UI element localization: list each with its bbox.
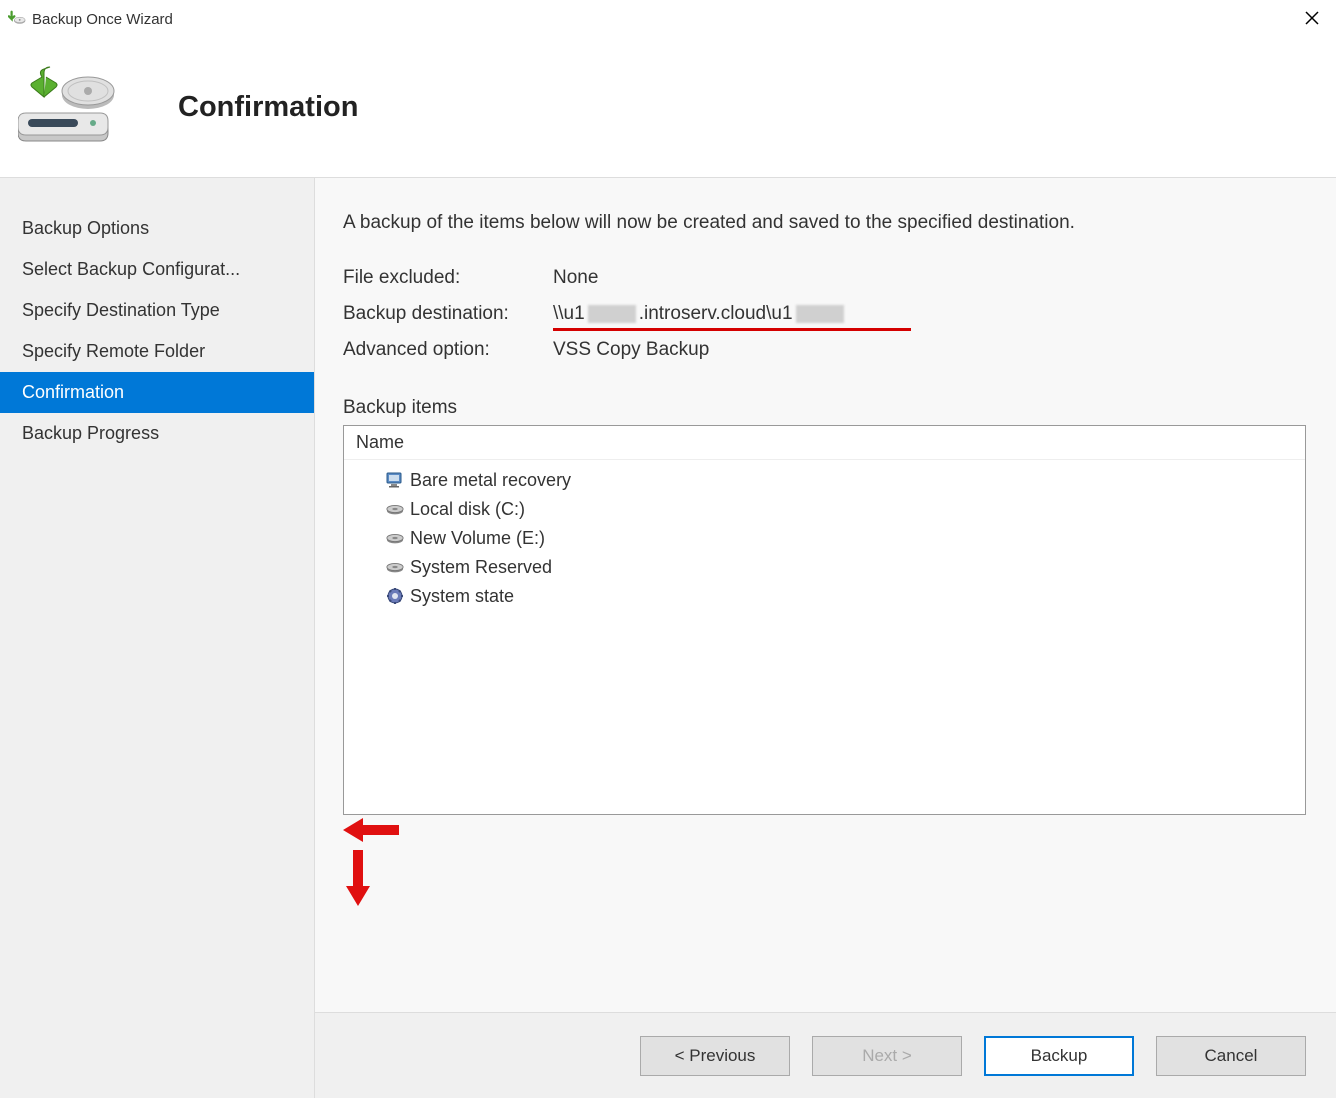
annotation-arrow-icon [343, 850, 1306, 911]
backup-destination-label: Backup destination: [343, 303, 553, 325]
file-excluded-value: None [553, 267, 1306, 289]
button-bar: < Previous Next > Backup Cancel [315, 1012, 1336, 1098]
gear-icon [386, 587, 404, 605]
titlebar: Backup Once Wizard [0, 0, 1336, 38]
backup-items-label: Backup items [343, 397, 1306, 419]
item-list: Bare metal recovery Local disk (C:) New … [344, 460, 1305, 617]
previous-button[interactable]: < Previous [640, 1036, 790, 1076]
list-item[interactable]: Bare metal recovery [344, 466, 1305, 495]
destination-middle: .introserv.cloud\u1 [639, 303, 793, 325]
list-item-label: System state [410, 586, 514, 607]
sidebar-item-remote-folder[interactable]: Specify Remote Folder [0, 331, 314, 372]
content-area: Backup Options Select Backup Configurat.… [0, 178, 1336, 1098]
list-item[interactable]: Local disk (C:) [344, 495, 1305, 524]
disk-icon [386, 500, 404, 518]
page-title: Confirmation [178, 91, 358, 124]
disk-icon [386, 529, 404, 547]
cancel-button[interactable]: Cancel [1156, 1036, 1306, 1076]
row-file-excluded: File excluded: None [343, 267, 1306, 289]
sidebar-item-destination-type[interactable]: Specify Destination Type [0, 290, 314, 331]
list-item[interactable]: New Volume (E:) [344, 524, 1305, 553]
next-button: Next > [812, 1036, 962, 1076]
titlebar-left: Backup Once Wizard [8, 10, 173, 28]
sidebar-item-backup-progress[interactable]: Backup Progress [0, 413, 314, 454]
advanced-option-label: Advanced option: [343, 339, 553, 361]
backup-items-list: Name ▴ Bare metal recovery Local disk (C… [343, 425, 1306, 815]
row-advanced-option: Advanced option: VSS Copy Backup [343, 339, 1306, 361]
file-excluded-label: File excluded: [343, 267, 553, 289]
column-header-name[interactable]: Name ▴ [344, 426, 1305, 460]
annotation-underline [553, 328, 911, 331]
wizard-header: Confirmation [0, 38, 1336, 178]
list-item-label: Bare metal recovery [410, 470, 571, 491]
column-header-label: Name [356, 432, 404, 452]
description-text: A backup of the items below will now be … [343, 210, 1306, 237]
sidebar-item-select-configuration[interactable]: Select Backup Configurat... [0, 249, 314, 290]
app-icon [8, 10, 26, 28]
main-panel: A backup of the items below will now be … [315, 178, 1336, 1098]
list-item-label: New Volume (E:) [410, 528, 545, 549]
monitor-icon [386, 471, 404, 489]
list-item-label: Local disk (C:) [410, 499, 525, 520]
close-icon[interactable] [1296, 8, 1328, 31]
annotation-arrow-icon [343, 815, 1306, 850]
redacted-segment [588, 305, 636, 323]
advanced-option-value: VSS Copy Backup [553, 339, 1306, 361]
list-item[interactable]: System state [344, 582, 1305, 611]
sidebar-item-backup-options[interactable]: Backup Options [0, 208, 314, 249]
destination-prefix: \\u1 [553, 303, 585, 325]
backup-button[interactable]: Backup [984, 1036, 1134, 1076]
wizard-sidebar: Backup Options Select Backup Configurat.… [0, 178, 315, 1098]
row-backup-destination: Backup destination: \\u1 .introserv.clou… [343, 303, 1306, 325]
sidebar-item-confirmation[interactable]: Confirmation [0, 372, 314, 413]
backup-destination-value: \\u1 .introserv.cloud\u1 [553, 303, 1306, 325]
window-title: Backup Once Wizard [32, 11, 173, 28]
redacted-segment [796, 305, 844, 323]
list-item[interactable]: System Reserved [344, 553, 1305, 582]
wizard-icon [18, 65, 118, 150]
disk-icon [386, 558, 404, 576]
list-item-label: System Reserved [410, 557, 552, 578]
